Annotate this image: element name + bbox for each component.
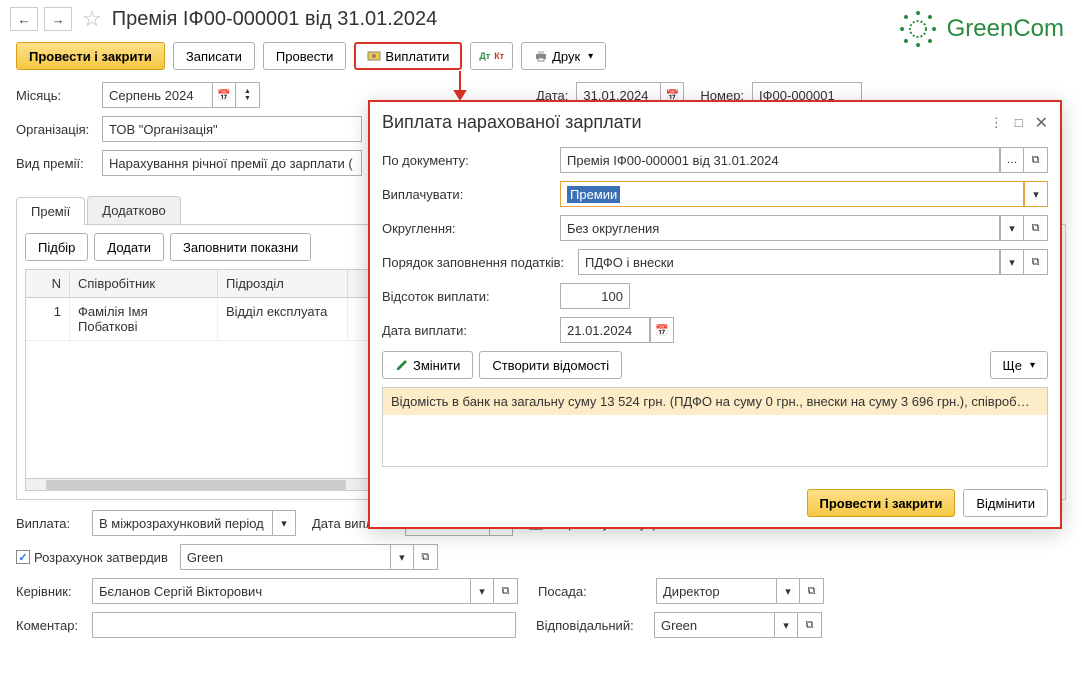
comment-label: Коментар: (16, 618, 84, 633)
spinner-icon[interactable]: ▲▼ (236, 82, 260, 108)
col-employee[interactable]: Співробітник (70, 270, 218, 297)
greencom-logo-icon (897, 8, 939, 50)
create-statements-button[interactable]: Створити відомості (479, 351, 622, 379)
nav-forward-button[interactable]: → (44, 7, 72, 31)
pay-date-label: Дата виплати: (382, 323, 560, 338)
open-icon[interactable]: ⧉ (494, 578, 518, 604)
money-icon (367, 49, 381, 63)
maximize-icon[interactable]: □ (1015, 115, 1023, 130)
col-n[interactable]: N (26, 270, 70, 297)
month-label: Місяць: (16, 88, 94, 103)
add-button[interactable]: Додати (94, 233, 164, 261)
close-icon[interactable]: ✕ (1035, 113, 1048, 133)
open-icon[interactable]: ⧉ (1024, 215, 1048, 241)
approved-label: Розрахунок затвердив (34, 550, 168, 565)
by-doc-input[interactable]: Премія ІФ00-000001 від 31.01.2024 (560, 147, 1000, 173)
list-item[interactable]: Відомість в банк на загальну суму 13 524… (383, 388, 1047, 415)
org-label: Організація: (16, 122, 94, 137)
comment-input[interactable] (92, 612, 516, 638)
position-label: Посада: (538, 584, 648, 599)
open-icon[interactable]: ⧉ (414, 544, 438, 570)
approved-checkbox[interactable]: ✓ (16, 550, 30, 564)
pay-date-input[interactable]: 21.01.2024 (560, 317, 650, 343)
open-icon[interactable]: ⧉ (798, 612, 822, 638)
manager-label: Керівник: (16, 584, 84, 599)
save-button[interactable]: Записати (173, 42, 255, 70)
page-title: Премія ІФ00-000001 від 31.01.2024 (112, 8, 438, 31)
chevron-down-icon[interactable]: ▾ (272, 510, 296, 536)
responsible-input[interactable]: Green (654, 612, 774, 638)
fill-button[interactable]: Заповнити показни (170, 233, 311, 261)
org-input[interactable]: ТОВ "Організація" (102, 116, 362, 142)
percent-input[interactable]: 100 (560, 283, 630, 309)
payout-modal: Виплата нарахованої зарплати ⋮ □ ✕ По до… (368, 100, 1062, 529)
by-doc-label: По документу: (382, 153, 560, 168)
tax-order-label: Порядок заповнення податків: (382, 255, 578, 270)
col-dept[interactable]: Підрозділ (218, 270, 348, 297)
printer-icon (534, 49, 548, 63)
pencil-icon (395, 358, 409, 372)
more-icon[interactable]: ⋮ (990, 115, 1003, 131)
modal-process-close-button[interactable]: Провести і закрити (807, 489, 956, 517)
chevron-down-icon[interactable]: ▾ (776, 578, 800, 604)
modal-cancel-button[interactable]: Відмінити (963, 489, 1048, 517)
pick-button[interactable]: Підбір (25, 233, 88, 261)
chevron-down-icon[interactable]: ▾ (1024, 181, 1048, 207)
chevron-down-icon: ▾ (588, 51, 593, 62)
nav-back-button[interactable]: ← (10, 7, 38, 31)
print-button[interactable]: Друк ▾ (521, 42, 606, 70)
chevron-down-icon[interactable]: ▾ (774, 612, 798, 638)
dtkt-button[interactable]: ДтКт (470, 42, 513, 70)
pay-button[interactable]: Виплатити (354, 42, 462, 70)
position-input[interactable]: Директор (656, 578, 776, 604)
open-icon[interactable]: ⧉ (1024, 249, 1048, 275)
responsible-label: Відповідальний: (536, 618, 646, 633)
rounding-label: Округлення: (382, 221, 560, 236)
process-close-button[interactable]: Провести і закрити (16, 42, 165, 70)
edit-button[interactable]: Змінити (382, 351, 473, 379)
statements-list[interactable]: Відомість в банк на загальну суму 13 524… (382, 387, 1048, 467)
open-icon[interactable]: ⧉ (800, 578, 824, 604)
payout-label: Виплата: (16, 516, 84, 531)
more-button[interactable]: Ще ▾ (990, 351, 1048, 379)
favorite-star-icon[interactable]: ☆ (82, 6, 102, 32)
tab-additional[interactable]: Додатково (87, 196, 180, 224)
tax-order-select[interactable]: ПДФО і внески (578, 249, 1000, 275)
month-input[interactable]: Серпень 2024 (102, 82, 212, 108)
payout-select[interactable]: В міжрозрахунковий період (92, 510, 272, 536)
bonus-type-input[interactable]: Нарахування річної премії до зарплати ( (102, 150, 362, 176)
percent-label: Відсоток виплати: (382, 289, 560, 304)
chevron-down-icon[interactable]: ▾ (470, 578, 494, 604)
open-icon[interactable]: ⧉ (1024, 147, 1048, 173)
calendar-icon[interactable]: 📅 (650, 317, 674, 343)
bonus-type-label: Вид премії: (16, 156, 94, 171)
approved-by-input[interactable]: Green (180, 544, 390, 570)
modal-title: Виплата нарахованої зарплати (382, 112, 642, 133)
manager-input[interactable]: Бєланов Сергій Вікторович (92, 578, 470, 604)
rounding-select[interactable]: Без округления (560, 215, 1000, 241)
pay-select[interactable]: Премии (560, 181, 1024, 207)
brand-logo: GreenCom (897, 8, 1064, 50)
ellipsis-icon[interactable]: … (1000, 147, 1024, 173)
chevron-down-icon[interactable]: ▾ (1000, 215, 1024, 241)
process-button[interactable]: Провести (263, 42, 347, 70)
tab-bonuses[interactable]: Премії (16, 197, 85, 225)
pay-label: Виплачувати: (382, 187, 560, 202)
chevron-down-icon: ▾ (1030, 360, 1035, 371)
calendar-icon[interactable]: 📅 (212, 82, 236, 108)
chevron-down-icon[interactable]: ▾ (1000, 249, 1024, 275)
chevron-down-icon[interactable]: ▾ (390, 544, 414, 570)
